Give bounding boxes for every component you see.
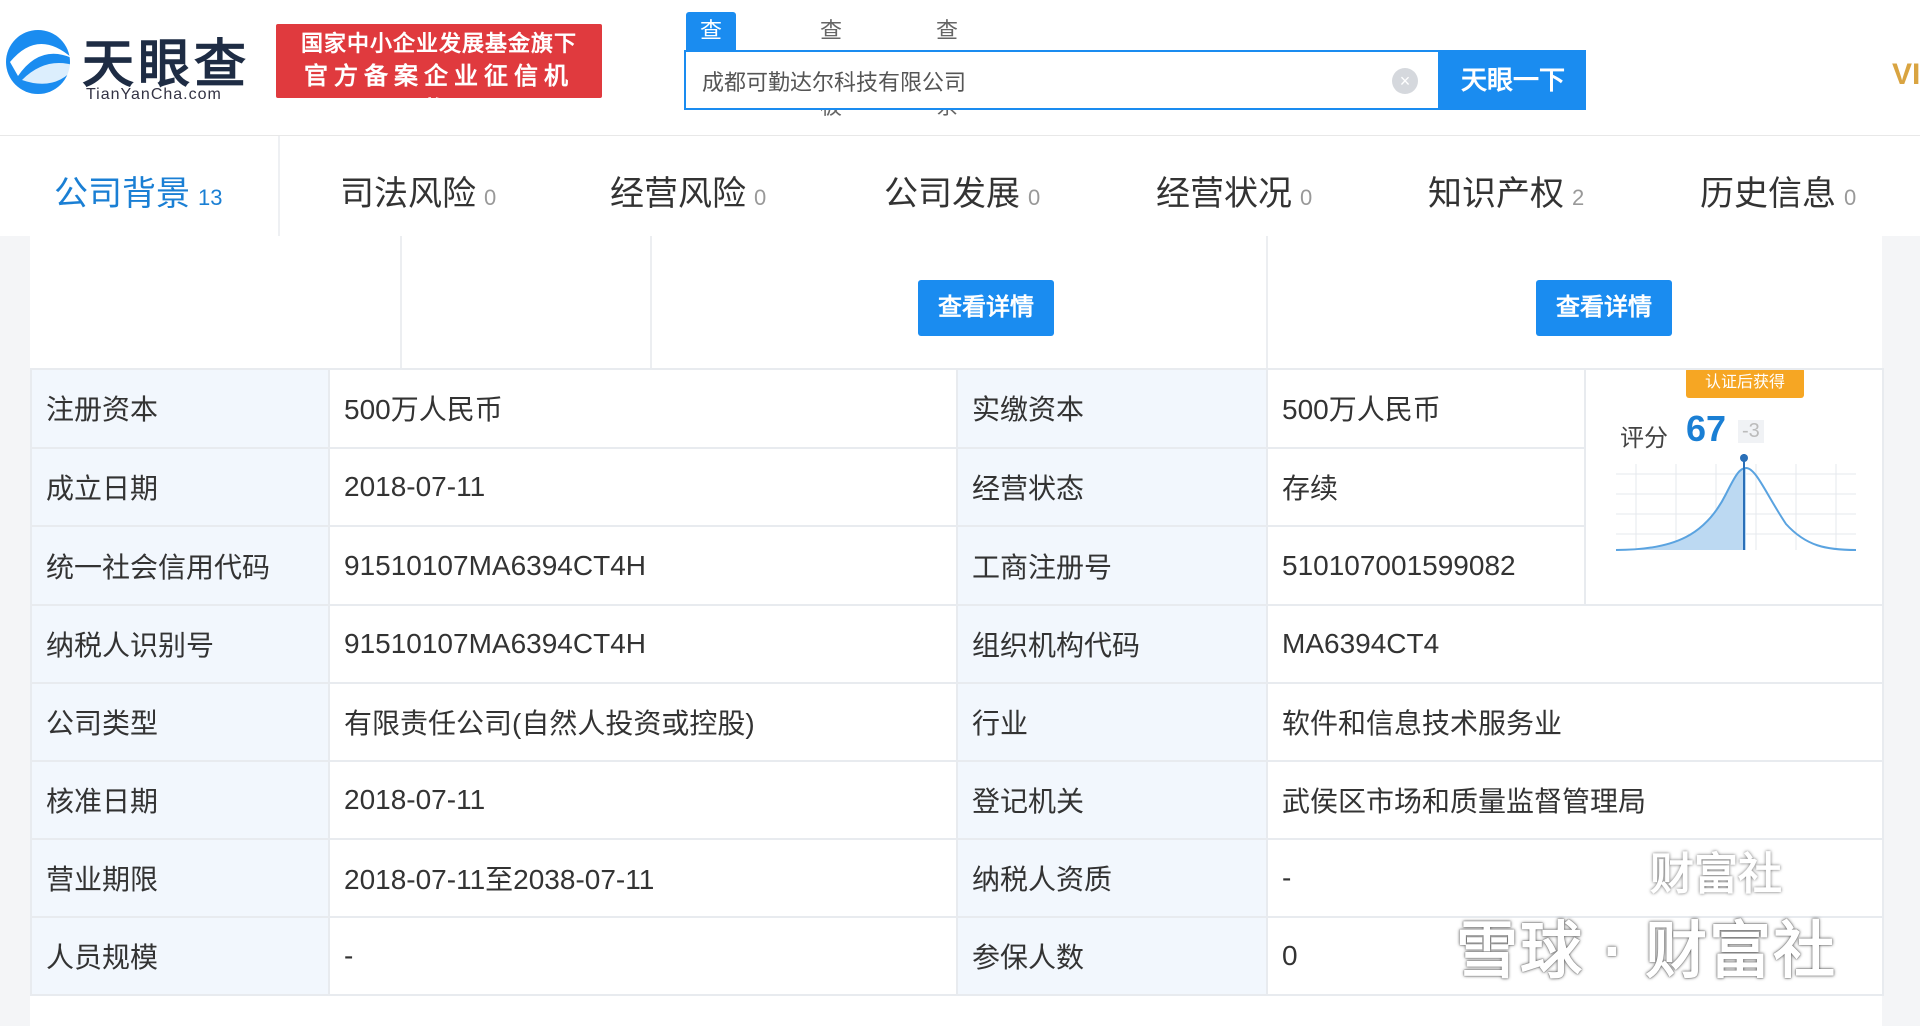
brand-site: TianYanCha.com xyxy=(86,86,222,103)
value-business-status: 存续 xyxy=(1266,446,1586,528)
value-business-term: 2018-07-11至2038-07-11 xyxy=(328,838,958,918)
nav-history[interactable]: 历史信息 0 xyxy=(1700,166,1856,215)
nav-intellectual-property[interactable]: 知识产权 2 xyxy=(1428,166,1584,215)
label-business-status: 经营状态 xyxy=(956,446,1268,528)
table-row: 公司类型 有限责任公司(自然人投资或控股) 行业 软件和信息技术服务业 xyxy=(30,682,1884,762)
search-button[interactable]: 天眼一下 xyxy=(1440,50,1586,110)
nav-label: 知识产权 xyxy=(1428,175,1564,213)
search-box: × xyxy=(684,50,1440,110)
nav-count: 0 xyxy=(1300,185,1313,210)
search-tab-company[interactable]: 查公司 xyxy=(686,12,737,119)
nav-count: 0 xyxy=(754,185,767,210)
label-company-type: 公司类型 xyxy=(30,682,330,762)
nav-label: 公司发展 xyxy=(884,175,1020,213)
nav-label: 公司背景 xyxy=(54,175,190,213)
score-distribution-chart xyxy=(1616,454,1856,551)
search-tab-relation[interactable]: 查关系 xyxy=(922,12,972,119)
score-widget[interactable]: 认证后获得 评分 67 -3 xyxy=(1587,371,1880,603)
nav-company-background[interactable]: 公司背景 13 xyxy=(54,166,222,215)
badge-line1: 国家中小企业发展基金旗下 xyxy=(300,31,577,56)
score-label: 评分 xyxy=(1620,425,1668,452)
label-approval-date: 核准日期 xyxy=(30,760,330,840)
view-details-button[interactable]: 查看详情 xyxy=(1536,280,1672,336)
label-credit-code: 统一社会信用代码 xyxy=(30,525,330,606)
score-tag: 认证后获得 xyxy=(1686,371,1804,398)
nav-company-development[interactable]: 公司发展 0 xyxy=(884,166,1040,215)
value-company-type: 有限责任公司(自然人投资或控股) xyxy=(328,682,958,762)
watermark: 雪球 · 财富社 xyxy=(1456,917,1838,986)
clear-icon[interactable]: × xyxy=(1392,68,1418,94)
table-row: 核准日期 2018-07-11 登记机关 武侯区市场和质量监督管理局 xyxy=(30,760,1884,840)
nav-label: 历史信息 xyxy=(1700,175,1836,213)
value-credit-code: 91510107MA6394CT4H xyxy=(328,525,958,606)
value-staff-size: - xyxy=(328,916,958,996)
tianyancha-logo-icon xyxy=(6,30,76,94)
top-cell: 查看详情 xyxy=(650,236,1268,368)
label-established-date: 成立日期 xyxy=(30,446,330,528)
value-org-code: MA6394CT4 xyxy=(1266,604,1884,684)
score-value: 67 xyxy=(1686,408,1727,449)
value-paid-capital: 500万人民币 xyxy=(1266,368,1586,449)
nav-count: 0 xyxy=(484,185,497,210)
nav-operation-risk[interactable]: 经营风险 0 xyxy=(610,166,766,215)
badge-line2: 官方备案企业征信机构 xyxy=(304,63,574,124)
top-cell xyxy=(400,236,652,368)
section-nav: 公司背景 13 司法风险 0 经营风险 0 公司发展 0 经营状况 0 知识产权 2 历史信… xyxy=(0,135,1920,236)
label-registration-number: 工商注册号 xyxy=(956,525,1268,606)
nav-count: 0 xyxy=(1844,185,1857,210)
value-established-date: 2018-07-11 xyxy=(328,446,958,528)
value-registered-capital: 500万人民币 xyxy=(328,368,958,449)
label-registered-capital: 注册资本 xyxy=(30,368,330,449)
label-staff-size: 人员规模 xyxy=(30,916,330,996)
nav-label: 司法风险 xyxy=(340,175,476,213)
official-badge: 国家中小企业发展基金旗下 官方备案企业征信机构 xyxy=(276,24,602,124)
vip-link[interactable]: VI xyxy=(1892,58,1920,92)
nav-count: 0 xyxy=(1028,185,1041,210)
nav-count: 2 xyxy=(1572,185,1585,210)
nav-count: 13 xyxy=(198,185,223,210)
top-cell xyxy=(30,236,402,368)
logo[interactable]: 天眼查 TianYanCha.com xyxy=(0,18,260,108)
label-industry: 行业 xyxy=(956,682,1268,762)
value-industry: 软件和信息技术服务业 xyxy=(1266,682,1884,762)
search-input[interactable] xyxy=(700,64,1354,98)
score-cell: 认证后获得 评分 67 -3 xyxy=(1584,368,1884,606)
top-cell: 查看详情 xyxy=(1266,236,1882,368)
score-delta: -3 xyxy=(1738,420,1764,443)
watermark-top: 财富社 xyxy=(1650,850,1782,899)
nav-legal-risk[interactable]: 司法风险 0 xyxy=(340,166,496,215)
label-paid-capital: 实缴资本 xyxy=(956,368,1268,449)
nav-business-status[interactable]: 经营状况 0 xyxy=(1156,166,1312,215)
view-details-button[interactable]: 查看详情 xyxy=(918,280,1054,336)
label-org-code: 组织机构代码 xyxy=(956,604,1268,684)
search-tab-boss[interactable]: 查老板 xyxy=(806,12,856,119)
value-taxpayer-id: 91510107MA6394CT4H xyxy=(328,604,958,684)
label-business-term: 营业期限 xyxy=(30,838,330,918)
label-registration-authority: 登记机关 xyxy=(956,760,1268,840)
label-taxpayer-id: 纳税人识别号 xyxy=(30,604,330,684)
nav-divider xyxy=(278,136,280,236)
value-registration-number: 510107001599082 xyxy=(1266,525,1586,606)
value-registration-authority: 武侯区市场和质量监督管理局 xyxy=(1266,760,1884,840)
value-approval-date: 2018-07-11 xyxy=(328,760,958,840)
table-row: 注册资本 500万人民币 实缴资本 500万人民币 认证后获得 评分 67 -3 xyxy=(30,368,1884,606)
label-insured-count: 参保人数 xyxy=(956,916,1268,996)
nav-label: 经营状况 xyxy=(1156,175,1292,213)
table-row: 纳税人识别号 91510107MA6394CT4H 组织机构代码 MA6394C… xyxy=(30,604,1884,684)
header: 天眼查 TianYanCha.com 国家中小企业发展基金旗下 官方备案企业征信… xyxy=(0,0,1920,135)
nav-label: 经营风险 xyxy=(610,175,746,213)
label-taxpayer-qualification: 纳税人资质 xyxy=(956,838,1268,918)
